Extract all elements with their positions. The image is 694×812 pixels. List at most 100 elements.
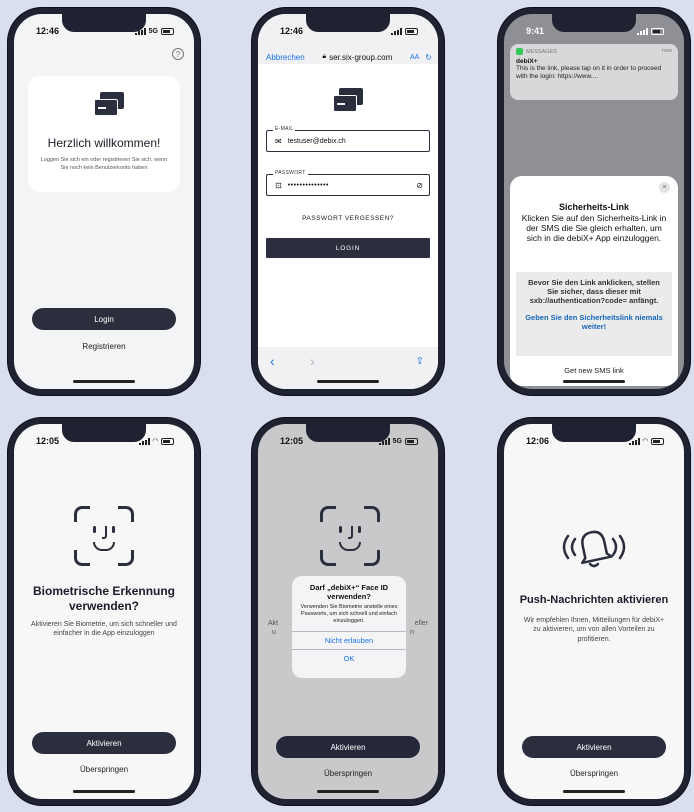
activate-button[interactable]: Aktivieren <box>522 736 666 758</box>
status-bar: 12:05 5G <box>258 433 438 449</box>
email-field[interactable]: E-MAIL ✉ testuser@debix.ch <box>266 126 430 152</box>
status-bar: 12:46 <box>258 23 438 39</box>
home-indicator <box>317 790 379 793</box>
home-indicator <box>73 790 135 793</box>
close-icon[interactable]: × <box>659 182 670 193</box>
background-text-left-2: u <box>272 629 276 636</box>
deny-button[interactable]: Nicht erlauben <box>292 631 406 649</box>
biometrics-text: Aktivieren Sie Biometrie, um sich schnel… <box>31 621 177 638</box>
password-field[interactable]: PASSWORT ⊡ •••••••••••••• ⊘ <box>266 170 430 196</box>
phone-biometrics: 12:05 ◠ Biometrische Erkennung verwenden… <box>8 418 200 805</box>
alert-text: Verwenden Sie Biometrie anstelle eines P… <box>300 604 398 625</box>
url-text: ser.six-group.com <box>329 52 393 62</box>
cancel-button[interactable]: Abbrechen <box>266 53 305 62</box>
eye-off-icon[interactable]: ⊘ <box>416 181 423 190</box>
biometrics-title: Biometrische Erkennung verwenden? <box>32 584 176 613</box>
push-title: Push-Nachrichten aktivieren <box>519 594 669 606</box>
alert-title: Darf „debiX+“ Face ID verwenden? <box>309 583 389 601</box>
activate-button[interactable]: Aktivieren <box>276 736 420 758</box>
dialog-title: Sicherheits-Link <box>558 202 630 212</box>
email-value: testuser@debix.ch <box>287 137 346 145</box>
screen-biometrics: 12:05 ◠ Biometrische Erkennung verwenden… <box>14 424 194 799</box>
notif-body: This is the link, please tap on it in or… <box>516 65 662 81</box>
forward-icon[interactable]: › <box>310 353 315 369</box>
phone-welcome: 12:46 5G ? Herzlich willkommen! Loggen S… <box>8 8 200 395</box>
signal-icon <box>134 27 146 35</box>
login-button[interactable]: LOGIN <box>266 238 430 258</box>
lock-outline-icon: ⊡ <box>275 180 282 190</box>
ok-button[interactable]: OK <box>292 649 406 667</box>
sms-notification[interactable]: MESSAGES now debiX+ This is the link, pl… <box>510 44 678 100</box>
skip-link[interactable]: Überspringen <box>504 769 684 778</box>
warning-link[interactable]: Geben Sie den Sicherheitslink niemals we… <box>524 313 664 331</box>
email-label: E-MAIL <box>273 126 296 132</box>
status-bar: 12:46 5G <box>14 23 194 39</box>
signal-icon <box>378 437 390 445</box>
wifi-icon: ◠ <box>642 438 648 445</box>
security-dialog: × Sicherheits-Link Klicken Sie auf den S… <box>510 176 678 386</box>
face-id-icon <box>74 506 134 566</box>
status-time: 9:41 <box>526 26 545 36</box>
battery-icon <box>405 437 418 445</box>
signal-icon <box>628 437 640 445</box>
get-sms-link-button[interactable]: Get new SMS link <box>510 366 678 375</box>
register-link[interactable]: Registrieren <box>14 342 194 351</box>
welcome-subtitle: Loggen Sie sich ein oder registrieren Si… <box>40 157 168 171</box>
status-time: 12:05 <box>36 436 60 446</box>
share-icon[interactable]: ⇪ <box>416 356 424 367</box>
battery-icon <box>405 27 418 35</box>
network-label: 5G <box>148 27 158 35</box>
welcome-card: Herzlich willkommen! Loggen Sie sich ein… <box>28 76 180 192</box>
phone-faceid-permission: 12:05 5G Akt u eller n Darf „debiX+“ Fac… <box>252 418 444 805</box>
password-label: PASSWORT <box>273 170 308 176</box>
status-bar: 12:05 ◠ <box>14 433 194 449</box>
dialog-text: Klicken Sie auf den Sicherheits-Link in … <box>521 213 667 244</box>
cards-icon <box>333 88 365 114</box>
home-indicator <box>317 380 379 383</box>
battery-icon <box>651 437 664 445</box>
notif-time: now <box>661 48 672 54</box>
phone-login-form: 12:46 Abbrechen 🔒︎ ser.six-group.com AA ↻ … <box>252 8 444 395</box>
welcome-title: Herzlich willkommen! <box>47 136 161 150</box>
screen-push-notifications: 12:06 ◠ Push-Nachrichten aktivieren Wir … <box>504 424 684 799</box>
screen-security-link: 9:41 MESSAGES now debiX+ This is the lin… <box>504 14 684 389</box>
background-text-left: Akt <box>268 620 279 627</box>
background-text-right-2: n <box>410 629 414 636</box>
screen-faceid-permission: 12:05 5G Akt u eller n Darf „debiX+“ Fac… <box>258 424 438 799</box>
back-icon[interactable]: ‹ <box>270 353 275 369</box>
activate-button[interactable]: Aktivieren <box>32 732 176 754</box>
battery-icon <box>161 27 174 35</box>
cards-icon <box>94 92 126 118</box>
signal-icon <box>391 27 402 35</box>
status-time: 12:46 <box>280 26 304 36</box>
wifi-icon: ◠ <box>152 438 158 445</box>
status-bar: 9:41 <box>504 23 684 39</box>
status-time: 12:46 <box>36 26 60 36</box>
screen-welcome: 12:46 5G ? Herzlich willkommen! Loggen S… <box>14 14 194 389</box>
reload-icon[interactable]: ↻ <box>425 53 432 62</box>
signal-icon <box>637 27 648 35</box>
notif-sender: debiX+ <box>516 58 538 65</box>
login-button[interactable]: Login <box>32 308 176 330</box>
battery-icon <box>651 27 664 35</box>
password-value: •••••••••••••• <box>287 181 330 189</box>
network-label: 5G <box>392 437 402 445</box>
home-indicator <box>73 380 135 383</box>
push-text: Wir empfehlen Ihnen, Mitteilungen für de… <box>523 617 665 643</box>
skip-link[interactable]: Überspringen <box>258 769 438 778</box>
status-bar: 12:06 ◠ <box>504 433 684 449</box>
warning-text: Bevor Sie den Link anklicken, stellen Si… <box>528 278 660 305</box>
warning-box: Bevor Sie den Link anklicken, stellen Si… <box>516 272 672 356</box>
forgot-password-link[interactable]: PASSWORT VERGESSEN? <box>258 215 438 222</box>
home-indicator <box>563 380 625 383</box>
text-size-button[interactable]: AA <box>410 54 419 61</box>
battery-icon <box>161 437 174 445</box>
background-text-right: eller <box>414 620 428 627</box>
status-time: 12:05 <box>280 436 304 446</box>
skip-link[interactable]: Überspringen <box>14 765 194 774</box>
face-id-icon <box>320 506 380 566</box>
mail-icon: ✉ <box>275 136 282 146</box>
question-circle-icon[interactable]: ? <box>172 48 184 60</box>
bell-ringing-icon <box>562 530 626 568</box>
phone-security-link: 9:41 MESSAGES now debiX+ This is the lin… <box>498 8 690 395</box>
